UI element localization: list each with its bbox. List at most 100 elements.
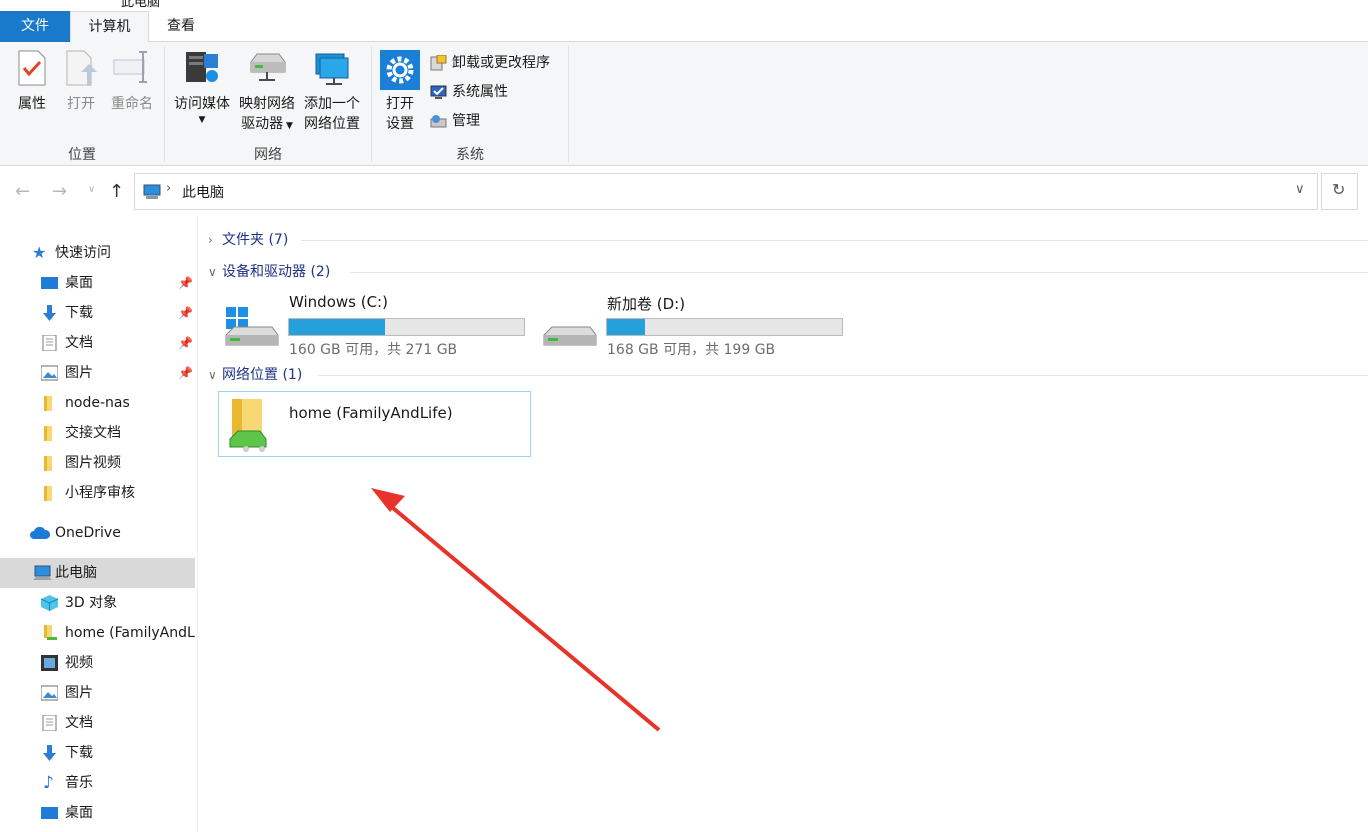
properties-button[interactable]: 属性 <box>8 42 56 142</box>
sidebar-item-label: 音乐 <box>65 775 93 791</box>
up-arrow-icon[interactable]: ↑ <box>109 181 124 202</box>
sidebar-item-music[interactable]: ♪ 音乐 <box>0 768 195 798</box>
sidebar-item-folder[interactable]: node-nas <box>0 388 195 418</box>
window-title: 此电脑 <box>121 0 161 8</box>
uninstall-program-button[interactable]: 卸载或更改程序 <box>430 52 550 74</box>
sidebar-item-label: 快速访问 <box>55 245 111 261</box>
section-header-devices[interactable]: ∨ 设备和驱动器 (2) <box>208 260 330 284</box>
chevron-down-icon: ∨ <box>208 265 217 279</box>
folder-icon <box>44 396 52 411</box>
ribbon-tabs: 文件 计算机 查看 <box>0 8 1368 43</box>
drive-usage-bar <box>288 318 525 336</box>
download-icon <box>43 305 56 321</box>
sidebar-item-quick-access[interactable]: ★ 快速访问 <box>0 238 195 268</box>
pin-icon[interactable]: 📌 <box>178 268 193 298</box>
pin-icon[interactable]: 📌 <box>178 328 193 358</box>
download-icon <box>43 745 56 761</box>
pin-icon[interactable]: 📌 <box>178 358 193 388</box>
sidebar-item-folder[interactable]: 交接文档 <box>0 418 195 448</box>
section-header-label: 网络位置 (1) <box>222 367 303 383</box>
map-drive-label-2-text: 驱动器 <box>241 116 284 132</box>
sidebar-item-downloads[interactable]: 下载 📌 <box>0 298 195 328</box>
section-header-folders[interactable]: › 文件夹 (7) <box>208 228 288 252</box>
address-history-dropdown-icon[interactable]: ∨ <box>1295 182 1305 197</box>
open-icon <box>66 50 97 86</box>
folder-icon <box>44 486 52 501</box>
open-label: 打开 <box>67 96 95 112</box>
drive-size: 160 GB 可用，共 271 GB <box>289 342 458 358</box>
system-properties-icon <box>430 85 447 99</box>
sidebar-item-label: 交接文档 <box>65 425 121 441</box>
sidebar-item-onedrive[interactable]: OneDrive <box>0 518 195 548</box>
gear-icon <box>380 50 420 90</box>
desktop-icon <box>41 277 58 289</box>
document-icon <box>42 715 57 731</box>
title-bar: 此电脑 <box>0 0 1368 8</box>
back-arrow-icon[interactable]: ← <box>15 181 30 202</box>
sidebar-item-3d-objects[interactable]: 3D 对象 <box>0 588 195 618</box>
tab-computer[interactable]: 计算机 <box>70 11 149 43</box>
video-icon <box>41 655 58 671</box>
drive-usage-fill <box>607 319 645 335</box>
sidebar-item-documents[interactable]: 文档 📌 <box>0 328 195 358</box>
drive-c[interactable]: Windows (C:) 160 GB 可用，共 271 GB <box>216 293 536 358</box>
star-icon: ★ <box>32 243 47 262</box>
tab-view[interactable]: 查看 <box>149 11 213 42</box>
refresh-icon: ↻ <box>1332 180 1346 199</box>
sidebar-item-folder[interactable]: 小程序审核 <box>0 478 195 508</box>
sidebar-item-folder[interactable]: 图片视频 <box>0 448 195 478</box>
navigation-bar: ← → ∨ ↑ › 此电脑 ∨ ↻ <box>0 167 1368 215</box>
file-list: › 文件夹 (7) ∨ 设备和驱动器 (2) Windows (C:) 160 GB… <box>198 215 1368 832</box>
pin-icon[interactable]: 📌 <box>178 298 193 328</box>
drive-usage-fill <box>289 319 386 335</box>
media-server-icon <box>186 52 218 82</box>
network-location-item[interactable]: home (FamilyAndLife) <box>218 391 531 457</box>
add-network-location-button[interactable]: 添加一个 网络位置 <box>300 42 364 142</box>
group-label-network: 网络 <box>254 147 282 163</box>
system-properties-button[interactable]: 系统属性 <box>430 81 508 103</box>
sidebar-item-label: 小程序审核 <box>65 485 135 501</box>
network-folder-icon <box>229 399 267 452</box>
sidebar-item-network-location[interactable]: home (FamilyAndLife) <box>0 618 195 648</box>
refresh-button[interactable]: ↻ <box>1321 173 1358 210</box>
recent-dropdown-icon[interactable]: ∨ <box>88 184 95 195</box>
uninstall-icon <box>430 55 447 71</box>
map-drive-button[interactable]: 映射网络 驱动器 ▼ <box>236 42 298 142</box>
cloud-icon <box>30 526 50 539</box>
group-label-location: 位置 <box>68 147 96 163</box>
sidebar-item-label: 图片视频 <box>65 455 121 471</box>
drive-name: Windows (C:) <box>289 293 388 311</box>
open-settings-button[interactable]: 打开 设置 <box>376 42 424 142</box>
forward-arrow-icon[interactable]: → <box>52 181 67 202</box>
folder-icon <box>44 456 52 471</box>
chevron-right-icon: › <box>208 233 213 247</box>
sidebar-item-label: 下载 <box>65 305 93 321</box>
address-bar[interactable]: › 此电脑 ∨ <box>134 173 1318 210</box>
sidebar-item-label: 视频 <box>65 655 93 671</box>
section-header-network[interactable]: ∨ 网络位置 (1) <box>208 363 302 387</box>
breadcrumb[interactable]: 此电脑 <box>182 182 224 202</box>
pictures-icon <box>41 365 58 381</box>
open-button[interactable]: 打开 <box>59 42 103 142</box>
sidebar-item-documents[interactable]: 文档 <box>0 708 195 738</box>
sidebar-item-desktop[interactable]: 桌面 <box>0 798 195 828</box>
open-settings-label-1: 打开 <box>386 96 414 112</box>
pictures-icon <box>41 685 58 701</box>
section-divider <box>301 240 1368 241</box>
tab-file[interactable]: 文件 <box>0 11 70 42</box>
access-media-button[interactable]: 访问媒体 ▼ <box>170 42 234 142</box>
rename-button[interactable]: 重命名 <box>106 42 158 142</box>
sidebar-item-label: 此电脑 <box>55 565 97 581</box>
drive-name: 新加卷 (D:) <box>607 295 686 313</box>
sidebar-item-videos[interactable]: 视频 <box>0 648 195 678</box>
sidebar-item-this-pc[interactable]: 此电脑 <box>0 558 195 588</box>
sidebar-item-pictures[interactable]: 图片 <box>0 678 195 708</box>
section-divider <box>318 375 1368 376</box>
sidebar-item-label: home (FamilyAndLife) <box>65 625 195 641</box>
sidebar-item-downloads[interactable]: 下载 <box>0 738 195 768</box>
sidebar-item-pictures[interactable]: 图片 📌 <box>0 358 195 388</box>
sidebar-item-desktop[interactable]: 桌面 📌 <box>0 268 195 298</box>
manage-button[interactable]: 管理 <box>430 110 480 132</box>
map-drive-label-2: 驱动器 ▼ <box>236 114 298 136</box>
drive-d[interactable]: 新加卷 (D:) 168 GB 可用，共 199 GB <box>534 293 854 358</box>
